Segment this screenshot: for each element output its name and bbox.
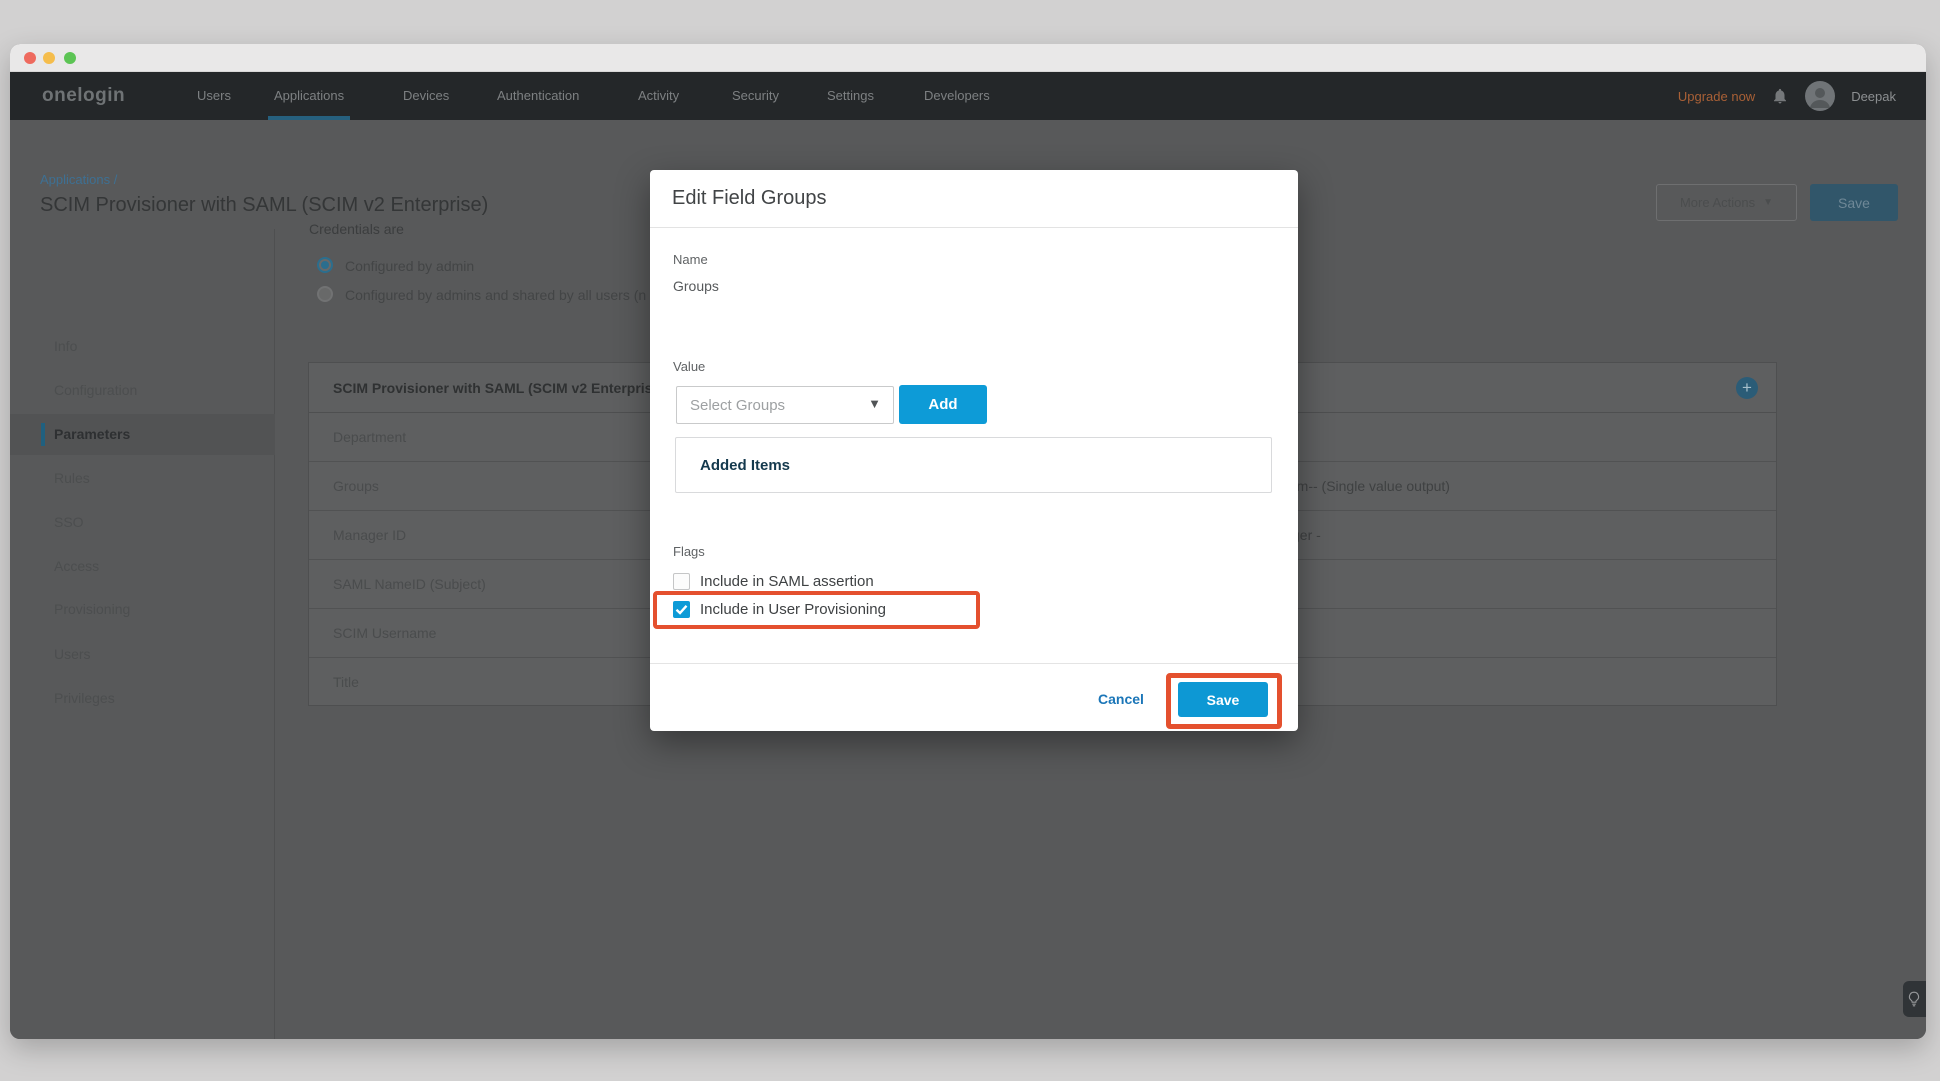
sidebar-item-info[interactable]: Info [10, 326, 275, 367]
chevron-down-icon: ▼ [868, 396, 881, 411]
close-window-button[interactable] [24, 52, 36, 64]
groups-value-fragment: rm-- (Single value output) [1292, 478, 1450, 494]
nav-item-activity[interactable]: Activity [638, 72, 679, 120]
field-name: Title [333, 674, 359, 690]
nav-item-developers[interactable]: Developers [924, 72, 990, 120]
checkbox-include-user-provisioning[interactable] [673, 601, 690, 618]
field-name: Groups [333, 478, 379, 494]
more-actions-button[interactable]: More Actions ▼ [1656, 184, 1797, 221]
field-name: SAML NameID (Subject) [333, 576, 486, 592]
window-titlebar [10, 44, 1926, 72]
sidebar-item-privileges[interactable]: Privileges [10, 678, 275, 719]
credentials-are-label: Credentials are [309, 221, 404, 237]
modal-footer-divider [650, 663, 1298, 664]
nav-item-applications[interactable]: Applications [274, 72, 344, 120]
added-items-label: Added Items [700, 457, 790, 474]
radio-label-configured-by-admin[interactable]: Configured by admin [345, 258, 474, 274]
parameters-table-title: SCIM Provisioner with SAML (SCIM v2 Ente… [333, 380, 652, 396]
modal-save-button[interactable]: Save [1178, 682, 1268, 717]
upgrade-now-link[interactable]: Upgrade now [1678, 89, 1755, 104]
checkbox-label-include-saml-assertion[interactable]: Include in SAML assertion [700, 573, 874, 590]
add-parameter-button[interactable]: + [1736, 377, 1758, 399]
modal-title: Edit Field Groups [672, 187, 827, 210]
added-items-box: Added Items [675, 437, 1272, 493]
sidebar-item-users[interactable]: Users [10, 634, 275, 675]
breadcrumb[interactable]: Applications / [40, 172, 117, 187]
value-label: Value [673, 359, 705, 374]
nav-item-security[interactable]: Security [732, 72, 779, 120]
page-title: SCIM Provisioner with SAML (SCIM v2 Ente… [40, 194, 488, 217]
more-actions-label: More Actions [1680, 195, 1755, 210]
nav-item-devices[interactable]: Devices [403, 72, 449, 120]
page-save-button[interactable]: Save [1810, 184, 1898, 221]
sidebar-item-rules[interactable]: Rules [10, 458, 275, 499]
nav-item-authentication[interactable]: Authentication [497, 72, 579, 120]
flags-label: Flags [673, 544, 705, 559]
nav-item-settings[interactable]: Settings [827, 72, 874, 120]
edit-field-groups-modal: Edit Field Groups Name Groups Value Sele… [650, 170, 1298, 731]
sidebar-item-sso[interactable]: SSO [10, 502, 275, 543]
checkbox-include-saml-assertion[interactable] [673, 573, 690, 590]
select-groups-dropdown[interactable]: Select Groups ▼ [676, 386, 894, 424]
modal-title-divider [650, 227, 1298, 228]
cancel-button[interactable]: Cancel [1098, 691, 1144, 707]
field-name: Department [333, 429, 406, 445]
help-lightbulb-tile[interactable] [1903, 981, 1926, 1017]
field-name: Manager ID [333, 527, 406, 543]
minimize-window-button[interactable] [43, 52, 55, 64]
top-navbar: onelogin Users Applications Devices Auth… [10, 72, 1926, 120]
chevron-down-icon: ▼ [1763, 197, 1773, 208]
app-sidebar: Info Configuration Parameters Rules SSO … [10, 229, 275, 1039]
radio-configured-by-admin[interactable] [317, 257, 333, 273]
nav-item-users[interactable]: Users [197, 72, 231, 120]
onelogin-logo[interactable]: onelogin [42, 72, 125, 120]
select-groups-placeholder: Select Groups [690, 397, 785, 414]
user-avatar[interactable] [1805, 81, 1835, 111]
app-window: onelogin Users Applications Devices Auth… [10, 44, 1926, 1039]
sidebar-item-parameters[interactable]: Parameters [10, 414, 275, 455]
username-label[interactable]: Deepak [1851, 89, 1896, 104]
radio-label-configured-by-admins-shared[interactable]: Configured by admins and shared by all u… [345, 287, 646, 303]
checkmark-icon [673, 601, 690, 618]
notifications-bell-icon[interactable] [1771, 87, 1789, 105]
name-value: Groups [673, 278, 719, 294]
checkbox-label-include-user-provisioning[interactable]: Include in User Provisioning [700, 601, 886, 618]
field-name: SCIM Username [333, 625, 436, 641]
lightbulb-icon [1907, 991, 1921, 1007]
sidebar-item-access[interactable]: Access [10, 546, 275, 587]
sidebar-item-provisioning[interactable]: Provisioning [10, 589, 275, 630]
radio-configured-by-admins-shared[interactable] [317, 286, 333, 302]
add-button[interactable]: Add [899, 385, 987, 424]
name-label: Name [673, 252, 708, 267]
zoom-window-button[interactable] [64, 52, 76, 64]
sidebar-item-configuration[interactable]: Configuration [10, 370, 275, 411]
